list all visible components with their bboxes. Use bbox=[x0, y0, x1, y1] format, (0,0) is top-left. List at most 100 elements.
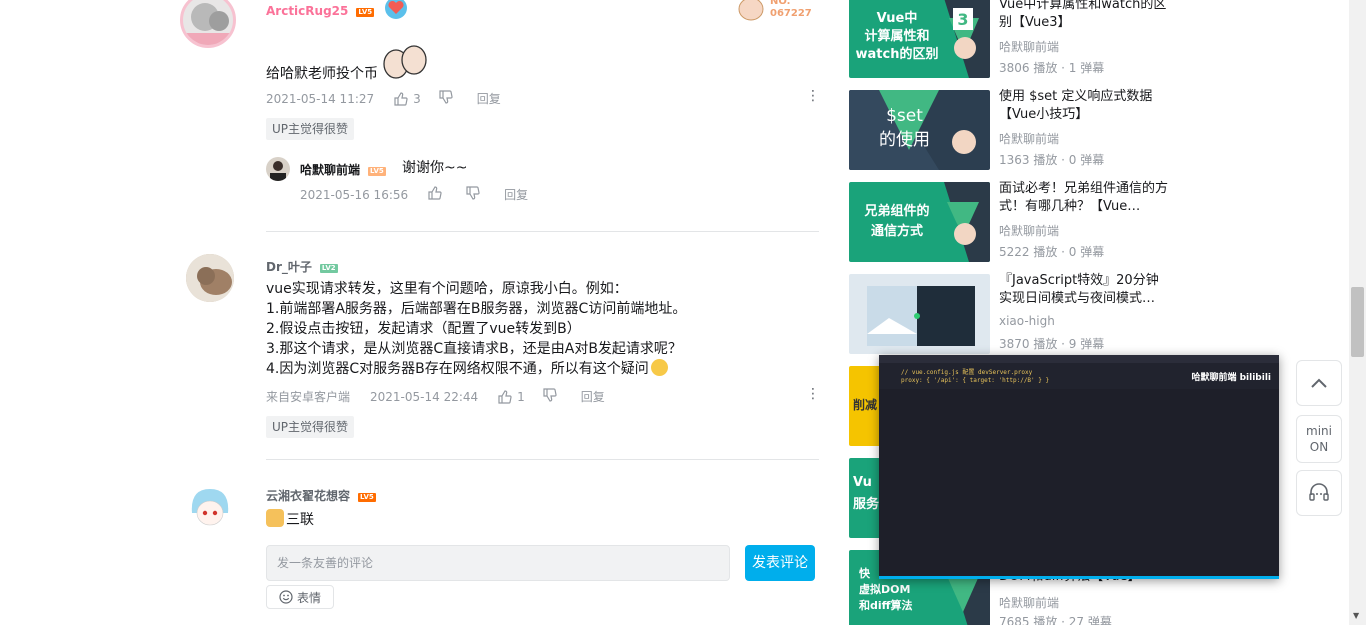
video-stats: 7685 播放 · 27 弹幕 bbox=[999, 615, 1112, 625]
comment-line-text: 4.因为浏览器C对服务器B存在网络权限不通，所以有这个疑问 bbox=[266, 361, 649, 377]
comment-meta: 2021-05-14 11:27 3 回复 bbox=[266, 90, 501, 107]
comment-username[interactable]: ArcticRug25 LV5 bbox=[266, 4, 375, 18]
episode-badge: 3 bbox=[957, 10, 969, 29]
comment-meta: 来自安卓客户端 2021-05-14 22:44 1 回复 bbox=[266, 388, 605, 405]
thumb-up-icon bbox=[394, 91, 408, 106]
username-text[interactable]: Dr_叶子 bbox=[266, 260, 312, 274]
scroll-down-arrow-icon[interactable]: ▼ bbox=[1353, 611, 1359, 620]
mini-player[interactable]: // vue.config.js 配置 devServer.proxy prox… bbox=[879, 355, 1279, 579]
video-card[interactable]: 『JavaScript特效』20分钟实现日间模式与夜间模式… xiao-high… bbox=[849, 272, 1171, 354]
reply-username-text[interactable]: 哈默聊前端 bbox=[300, 163, 360, 177]
video-thumbnail[interactable]: Vue中 计算属性和 watch的区别 3 bbox=[849, 0, 990, 78]
reply-button[interactable]: 回复 bbox=[477, 90, 501, 107]
level-badge: LV5 bbox=[356, 8, 375, 17]
comment-text: vue实现请求转发，这里有个问题哈，原谅我小白。例如： 1.前端部署A服务器，后… bbox=[266, 279, 686, 379]
avatar[interactable] bbox=[186, 483, 234, 531]
level-badge: LV5 bbox=[368, 167, 386, 176]
more-options-icon[interactable]: ⋮ bbox=[806, 386, 820, 402]
comment-line: vue实现请求转发，这里有个问题哈，原谅我小白。例如： bbox=[266, 281, 628, 297]
mini-player-code-header: // vue.config.js 配置 devServer.proxy prox… bbox=[879, 363, 1279, 389]
like-button[interactable]: 1 bbox=[498, 390, 525, 404]
emoji-button[interactable]: 表情 bbox=[266, 585, 334, 609]
reply-button[interactable]: 回复 bbox=[581, 388, 605, 405]
mini-player-tabbar bbox=[879, 355, 1279, 363]
video-author[interactable]: 哈默聊前端 bbox=[999, 38, 1059, 55]
video-title[interactable]: 面试必考！兄弟组件通信的方式！有哪几种？【Vue… bbox=[999, 180, 1171, 216]
thumbnail-title: 削减 bbox=[853, 398, 878, 412]
comment-divider bbox=[266, 231, 819, 232]
up-liked-badge: UP主觉得很赞 bbox=[266, 118, 355, 140]
username-text[interactable]: 云湘衣翟花想容 bbox=[266, 489, 350, 503]
comment-time: 2021-05-14 22:44 bbox=[370, 389, 479, 404]
video-thumbnail[interactable]: 兄弟组件的 通信方式 bbox=[849, 182, 990, 262]
reply-text: 谢谢你~~ bbox=[402, 160, 468, 176]
video-title[interactable]: Vue中计算属性和watch的区别【Vue3】 bbox=[999, 0, 1171, 32]
comment-text: 给哈默老师投个币 bbox=[266, 66, 378, 82]
reply-meta: 2021-05-16 16:56 回复 bbox=[300, 186, 528, 203]
dislike-button[interactable] bbox=[439, 90, 453, 107]
comment-username[interactable]: 云湘衣翟花想容 LV5 bbox=[266, 487, 376, 504]
customer-service-button[interactable] bbox=[1296, 470, 1342, 516]
thumb-down-icon bbox=[439, 90, 453, 104]
medal-icon bbox=[380, 0, 412, 24]
back-to-top-button[interactable] bbox=[1296, 360, 1342, 406]
avatar[interactable] bbox=[186, 254, 234, 302]
sticker-icon bbox=[380, 40, 430, 80]
scrollbar-thumb[interactable] bbox=[1351, 287, 1364, 357]
video-author[interactable]: 哈默聊前端 bbox=[999, 130, 1059, 147]
like-count: 1 bbox=[517, 389, 525, 404]
up-liked-badge: UP主觉得很赞 bbox=[266, 416, 355, 438]
video-stats: 1363 播放 · 0 弹幕 bbox=[999, 153, 1105, 167]
comment-input[interactable]: 发一条友善的评论 bbox=[266, 545, 730, 581]
level-badge: LV5 bbox=[358, 493, 376, 502]
like-count: 3 bbox=[413, 91, 421, 106]
video-author[interactable]: 哈默聊前端 bbox=[999, 222, 1059, 239]
thumb-down-icon bbox=[543, 388, 557, 402]
video-author[interactable]: xiao-high bbox=[999, 314, 1055, 328]
mini-player-progress[interactable] bbox=[879, 576, 1279, 579]
thumbnail-title: 兄弟组件的 通信方式 bbox=[864, 204, 930, 239]
username-text[interactable]: ArcticRug25 bbox=[266, 4, 348, 18]
reply-button[interactable]: 回复 bbox=[504, 186, 528, 203]
video-title[interactable]: 使用 $set 定义响应式数据【Vue小技巧】 bbox=[999, 88, 1171, 124]
dislike-button[interactable] bbox=[543, 388, 557, 405]
avatar[interactable] bbox=[180, 0, 236, 48]
mini-player-brand: 哈默聊前端 bilibili bbox=[1191, 373, 1271, 383]
video-author[interactable]: 哈默聊前端 bbox=[999, 594, 1059, 611]
comment-text-content: 三联 bbox=[286, 512, 314, 528]
comment-text: 三联 bbox=[266, 509, 314, 530]
doge-emoji-icon bbox=[266, 509, 284, 527]
comment-line: 3.那这个请求，是从浏览器C直接请求B，还是由A对B发起请求呢？ bbox=[266, 341, 682, 357]
thumbnail-title: $set 的使用 bbox=[879, 106, 930, 150]
video-card[interactable]: Vue中 计算属性和 watch的区别 3 Vue中计算属性和watch的区别【… bbox=[849, 0, 1169, 78]
video-thumbnail[interactable]: $set 的使用 bbox=[849, 90, 990, 170]
dislike-button[interactable] bbox=[466, 186, 480, 203]
comment-source: 来自安卓客户端 bbox=[266, 390, 351, 404]
like-button[interactable] bbox=[428, 186, 442, 203]
like-button[interactable]: 3 bbox=[394, 92, 421, 106]
comment-username[interactable]: Dr_叶子 LV2 bbox=[266, 258, 338, 275]
comment-line: 4.因为浏览器C对服务器B存在网络权限不通，所以有这个疑问 bbox=[266, 359, 686, 379]
more-options-icon[interactable]: ⋮ bbox=[806, 88, 820, 104]
video-card[interactable]: 兄弟组件的 通信方式 面试必考！兄弟组件通信的方式！有哪几种？【Vue… 哈默聊… bbox=[849, 180, 1171, 262]
thumbnail-title: Vu 服务 bbox=[853, 475, 880, 512]
bilibili-video-page: ArcticRug25 LV5 NO. 067227 给哈默老师投个币 2021-… bbox=[0, 0, 1366, 625]
reply-username[interactable]: 哈默聊前端 LV5 bbox=[300, 161, 386, 178]
reply-time: 2021-05-16 16:56 bbox=[300, 187, 409, 202]
mini-state: ON bbox=[1309, 440, 1329, 454]
mini-label: mini bbox=[1306, 424, 1332, 438]
reply-avatar[interactable] bbox=[266, 157, 290, 181]
post-comment-button[interactable]: 发表评论 bbox=[745, 545, 815, 581]
video-title[interactable]: 『JavaScript特效』20分钟实现日间模式与夜间模式… bbox=[999, 272, 1171, 308]
fan-number-badge: NO. 067227 bbox=[770, 0, 812, 19]
video-stats: 5222 播放 · 0 弹幕 bbox=[999, 245, 1105, 259]
smiley-icon bbox=[279, 590, 293, 604]
thumbnail-title: Vue中 计算属性和 watch的区别 bbox=[855, 11, 939, 62]
headset-icon bbox=[1309, 483, 1329, 501]
emoji-label: 表情 bbox=[296, 590, 321, 605]
mini-player-toggle[interactable]: mini ON bbox=[1296, 415, 1342, 463]
thumb-down-icon bbox=[466, 186, 480, 200]
video-card[interactable]: $set 的使用 使用 $set 定义响应式数据【Vue小技巧】 哈默聊前端 1… bbox=[849, 88, 1171, 170]
thumb-up-icon bbox=[428, 186, 442, 200]
video-thumbnail[interactable] bbox=[849, 274, 990, 354]
